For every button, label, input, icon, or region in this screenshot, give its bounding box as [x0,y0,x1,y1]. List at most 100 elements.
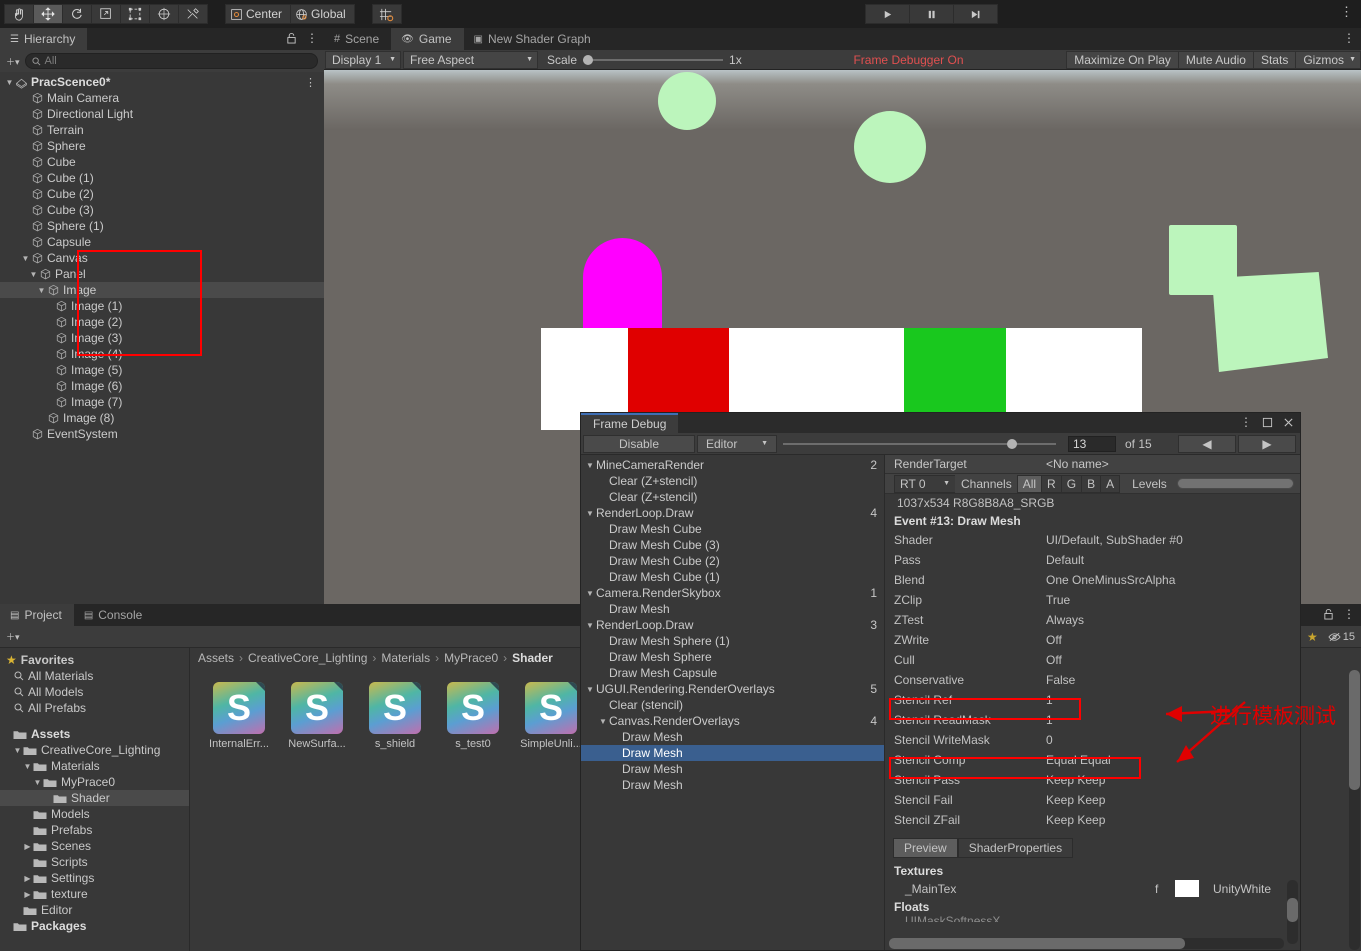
move-tool-button[interactable] [33,4,63,24]
assets-scrollbar-thumb[interactable] [1349,670,1360,790]
hierarchy-menu-icon[interactable]: ⋮ [306,31,318,45]
expand-arrow[interactable]: ▼ [4,78,15,87]
expand-arrow[interactable]: ▼ [584,461,596,470]
project-folder-tree[interactable]: Assets ▼ CreativeCore_Lighting ▼ Materials ▼ M… [0,726,189,934]
event-slider-knob[interactable] [1006,438,1017,449]
next-event-button[interactable]: ▶ [1238,434,1296,453]
expand-arrow[interactable]: ▼ [12,746,23,755]
frame-event-draw-mesh-sphere[interactable]: Draw Mesh Sphere [581,649,884,665]
hierarchy-item-panel[interactable]: ▼ Panel [0,266,324,282]
project-folder-packages[interactable]: Packages [0,918,189,934]
prev-event-button[interactable]: ◀ [1178,434,1236,453]
asset-item[interactable]: S NewSurfa... [288,682,346,750]
frame-event-draw-mesh-cube-3[interactable]: Draw Mesh Cube (3) [581,537,884,553]
create-dropdown-icon[interactable]: ＋▾ [6,55,20,68]
expand-arrow[interactable]: ▶ [22,874,33,883]
asset-item[interactable]: Ss_shield [368,682,422,750]
favorites-list[interactable]: All Materials All Models All Prefabs [0,668,189,716]
custom-tool-button[interactable] [178,4,208,24]
project-folder-shader[interactable]: Shader [0,790,189,806]
gizmos-button[interactable]: Gizmos ▼ [1295,50,1361,69]
expand-arrow[interactable]: ▼ [20,254,31,263]
expand-arrow[interactable]: ▼ [32,778,43,787]
transform-tool-button[interactable] [149,4,179,24]
frame-event-draw-mesh[interactable]: Draw Mesh [581,601,884,617]
mute-audio-button[interactable]: Mute Audio [1177,50,1254,69]
hierarchy-item-eventsystem[interactable]: EventSystem [0,426,324,442]
tab-game[interactable]: 👁 Game [391,28,464,50]
tab-shader-properties[interactable]: ShaderProperties [957,838,1074,858]
tab-console[interactable]: ▤ Console [74,604,154,626]
maximize-icon[interactable] [1262,417,1273,428]
expand-arrow[interactable]: ▶ [22,890,33,899]
game-menu-icon[interactable]: ⋮ [1343,31,1355,45]
toolbar-menu-icon[interactable]: ⋮ [1340,4,1353,20]
scene-context-menu-icon[interactable]: ⋮ [305,76,316,89]
expand-arrow[interactable]: ▼ [28,270,39,279]
asset-item[interactable]: S SimpleUnli... [520,682,582,750]
frame-debug-event-tree[interactable]: ▼ MineCameraRender 2 Clear (Z+stencil) Clear… [581,455,885,950]
project-folder-texture[interactable]: ▶ texture [0,886,189,902]
expand-arrow[interactable]: ▼ [584,621,596,630]
frame-event-camera-renderskybox[interactable]: ▼ Camera.RenderSkybox 1 [581,585,884,601]
hierarchy-item-sphere-1[interactable]: Sphere (1) [0,218,324,234]
project-folder-editor[interactable]: Editor [0,902,189,918]
frame-event-renderloop-draw[interactable]: ▼ RenderLoop.Draw 4 [581,505,884,521]
favorite-star-icon[interactable]: ★ [1307,630,1318,644]
event-slider[interactable] [783,438,1056,449]
frame-event-renderloop-draw[interactable]: ▼ RenderLoop.Draw 3 [581,617,884,633]
hierarchy-item-terrain[interactable]: Terrain [0,122,324,138]
channel-button-r[interactable]: R [1041,474,1062,493]
breadcrumb-item-myprace0[interactable]: MyPrace0 [444,651,498,665]
frame-event-draw-mesh[interactable]: Draw Mesh [581,745,884,761]
event-index-input[interactable]: 13 [1068,435,1116,452]
tab-scene[interactable]: # Scene [324,28,391,50]
properties-vertical-scrollbar[interactable] [1287,880,1298,944]
hierarchy-item-image-8[interactable]: Image (8) [0,410,324,426]
project-folder-prefabs[interactable]: Prefabs [0,822,189,838]
lock-icon[interactable] [286,32,297,44]
scale-slider[interactable] [583,54,724,65]
rotate-tool-button[interactable] [62,4,92,24]
hierarchy-search-input[interactable]: All [24,53,318,69]
step-button[interactable] [953,4,998,24]
frame-event-draw-mesh-sphere-1[interactable]: Draw Mesh Sphere (1) [581,633,884,649]
expand-arrow[interactable]: ▶ [22,842,33,851]
hierarchy-item-directional-light[interactable]: Directional Light [0,106,324,122]
pause-button[interactable] [909,4,954,24]
channel-buttons[interactable]: All R G B A [1016,474,1121,493]
project-create-dropdown-icon[interactable]: ＋▾ [6,630,20,643]
display-dropdown[interactable]: Display 1 ▼ [325,50,401,69]
channel-button-all[interactable]: All [1016,474,1043,493]
scale-control[interactable]: Scale 1x [539,53,750,67]
rt-dropdown[interactable]: RT 0 ▼ [894,474,956,493]
project-folder-materials[interactable]: ▼ Materials [0,758,189,774]
hierarchy-item-image-6[interactable]: Image (6) [0,378,324,394]
project-folder-settings[interactable]: ▶ Settings [0,870,189,886]
disable-button[interactable]: Disable [583,434,695,453]
expand-arrow[interactable]: ▼ [584,509,596,518]
hierarchy-item-image[interactable]: ▼ Image [0,282,324,298]
hand-tool-button[interactable] [4,4,34,24]
frame-event-draw-mesh-cube-1[interactable]: Draw Mesh Cube (1) [581,569,884,585]
hierarchy-item-pracscence0[interactable]: ▼ PracScence0* ⋮ [0,74,324,90]
pivot-mode-button[interactable]: Center [225,4,292,24]
project-folder-scripts[interactable]: Scripts [0,854,189,870]
project-folder-assets[interactable]: Assets [0,726,189,742]
expand-arrow[interactable]: ▼ [597,717,609,726]
frame-event-clear-z-stencil[interactable]: Clear (Z+stencil) [581,489,884,505]
tab-hierarchy[interactable]: ☰ Hierarchy [0,28,88,50]
breadcrumb-item-materials[interactable]: Materials [381,651,430,665]
hierarchy-item-cube[interactable]: Cube [0,154,324,170]
frame-event-draw-mesh[interactable]: Draw Mesh [581,729,884,745]
favorite-all-models[interactable]: All Models [0,684,189,700]
hierarchy-item-cube-2[interactable]: Cube (2) [0,186,324,202]
event-slider-wrap[interactable] [777,438,1062,449]
breadcrumb-item-creativecore-lighting[interactable]: CreativeCore_Lighting [248,651,367,665]
project-folder-myprace0[interactable]: ▼ MyPrace0 [0,774,189,790]
asset-item[interactable]: S InternalErr... [209,682,269,750]
properties-horizontal-scrollbar[interactable] [889,938,1284,949]
frame-event-clear-z-stencil[interactable]: Clear (Z+stencil) [581,473,884,489]
hierarchy-item-image-1[interactable]: Image (1) [0,298,324,314]
assets-vertical-scrollbar[interactable] [1349,670,1360,950]
